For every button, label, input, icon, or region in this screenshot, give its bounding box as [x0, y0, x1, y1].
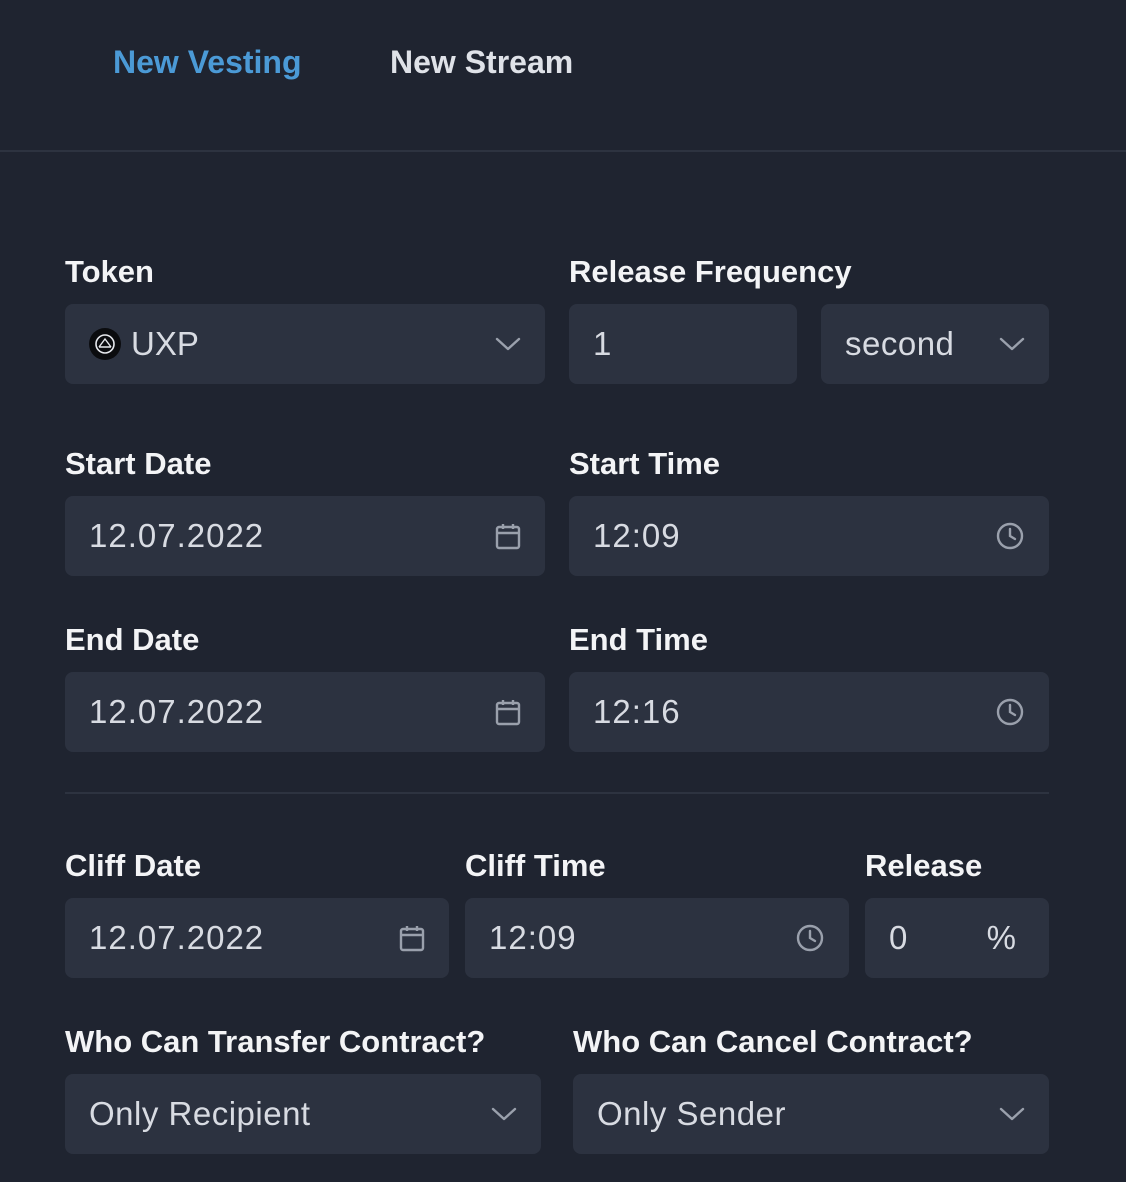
- tab-new-stream[interactable]: New Stream: [390, 40, 573, 84]
- cliff-date-label: Cliff Date: [65, 848, 202, 883]
- percent-unit: %: [986, 919, 1017, 956]
- start-date-input[interactable]: 12.07.2022: [65, 496, 545, 576]
- calendar-icon[interactable]: [495, 698, 521, 726]
- calendar-icon[interactable]: [399, 924, 425, 952]
- start-time-value: 12:09: [593, 517, 681, 554]
- chevron-down-icon: [999, 336, 1025, 352]
- cancel-label: Who Can Cancel Contract?: [573, 1024, 973, 1059]
- end-date-value: 12.07.2022: [89, 693, 265, 730]
- cliff-time-label: Cliff Time: [465, 848, 606, 883]
- chevron-down-icon: [491, 1106, 517, 1122]
- uxp-token-icon: [89, 328, 121, 360]
- cliff-time-input[interactable]: 12:09: [465, 898, 849, 978]
- cancel-select[interactable]: Only Sender: [573, 1074, 1049, 1154]
- start-date-value: 12.07.2022: [89, 517, 265, 554]
- release-frequency-label: Release Frequency: [569, 254, 852, 289]
- transfer-label: Who Can Transfer Contract?: [65, 1024, 486, 1059]
- calendar-icon[interactable]: [495, 522, 521, 550]
- release-frequency-amount-input[interactable]: 1: [569, 304, 797, 384]
- start-time-input[interactable]: 12:09: [569, 496, 1049, 576]
- chevron-down-icon: [999, 1106, 1025, 1122]
- section-divider: [65, 792, 1049, 794]
- clock-icon[interactable]: [995, 697, 1025, 727]
- cliff-date-input[interactable]: 12.07.2022: [65, 898, 449, 978]
- tab-new-vesting[interactable]: New Vesting: [113, 40, 302, 84]
- clock-icon[interactable]: [795, 923, 825, 953]
- cliff-time-value: 12:09: [489, 919, 577, 956]
- release-label: Release: [865, 848, 983, 883]
- release-frequency-unit-select[interactable]: second: [821, 304, 1049, 384]
- end-date-input[interactable]: 12.07.2022: [65, 672, 545, 752]
- release-frequency-amount: 1: [593, 325, 613, 362]
- transfer-select[interactable]: Only Recipient: [65, 1074, 541, 1154]
- clock-icon[interactable]: [995, 521, 1025, 551]
- start-time-label: Start Time: [569, 446, 721, 481]
- release-percent-input[interactable]: 0 %: [865, 898, 1049, 978]
- release-frequency-unit: second: [845, 325, 955, 362]
- end-time-input[interactable]: 12:16: [569, 672, 1049, 752]
- token-label: Token: [65, 254, 154, 289]
- chevron-down-icon: [495, 336, 521, 352]
- end-time-value: 12:16: [593, 693, 681, 730]
- release-value: 0: [889, 919, 909, 956]
- token-select[interactable]: UXP: [65, 304, 545, 384]
- cliff-date-value: 12.07.2022: [89, 919, 265, 956]
- start-date-label: Start Date: [65, 446, 212, 481]
- transfer-value: Only Recipient: [89, 1095, 311, 1132]
- cancel-value: Only Sender: [597, 1095, 786, 1132]
- tab-bar: New Vesting New Stream: [0, 0, 1126, 152]
- end-date-label: End Date: [65, 622, 200, 657]
- token-value: UXP: [131, 325, 199, 362]
- end-time-label: End Time: [569, 622, 708, 657]
